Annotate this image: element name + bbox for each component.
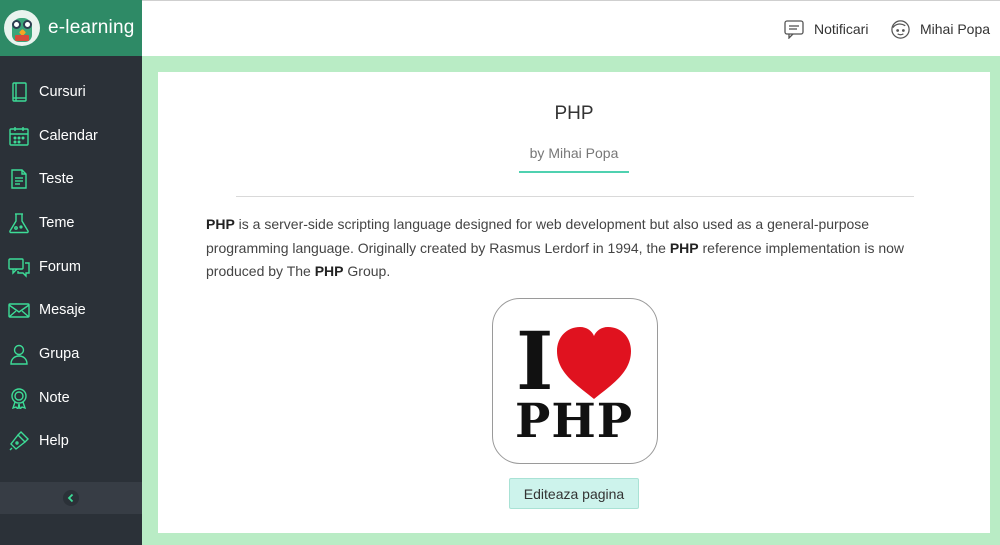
divider — [236, 196, 914, 197]
sidebar: e-learning Cursuri Calendar Teste Teme F… — [0, 0, 142, 545]
sidebar-item-calendar[interactable]: Calendar — [0, 114, 142, 158]
person-icon — [10, 344, 28, 365]
calendar-icon — [9, 126, 29, 146]
sidebar-item-forum[interactable]: Forum — [0, 245, 142, 289]
sidebar-item-teme[interactable]: Teme — [0, 201, 142, 245]
flashlight-icon — [9, 431, 29, 451]
author-underline — [519, 171, 629, 173]
sidebar-item-teste[interactable]: Teste — [0, 157, 142, 201]
sidebar-item-grupa[interactable]: Grupa — [0, 332, 142, 376]
book-icon — [12, 82, 27, 102]
i-love-php-image: I PHP — [492, 298, 658, 464]
sidebar-item-label: Calendar — [39, 127, 98, 144]
page-title: PHP — [554, 103, 594, 124]
chevron-left-icon — [67, 493, 74, 503]
sidebar-nav: Cursuri Calendar Teste Teme Forum Mesaje… — [0, 70, 142, 463]
sidebar-item-label: Grupa — [39, 345, 80, 362]
sidebar-item-help[interactable]: Help — [0, 420, 142, 464]
sidebar-item-label: Cursuri — [39, 83, 86, 100]
course-description: PHP is a server-side scripting language … — [206, 216, 905, 279]
notifications-button[interactable]: Notificari — [783, 1, 868, 57]
sidebar-item-label: Forum — [39, 258, 81, 275]
sidebar-item-mesaje[interactable]: Mesaje — [0, 288, 142, 332]
top-bar: Notificari Mihai Popa — [142, 0, 1000, 56]
envelope-icon — [8, 303, 30, 318]
sidebar-item-note[interactable]: Note — [0, 376, 142, 420]
image-text-php: PHP — [515, 394, 633, 449]
chat-icon — [8, 257, 30, 278]
document-icon — [11, 169, 27, 189]
sidebar-item-label: Note — [39, 389, 70, 406]
brand-title: e-learning — [48, 17, 135, 38]
sidebar-item-label: Teste — [39, 171, 74, 188]
flask-icon — [9, 213, 29, 234]
comment-icon — [784, 20, 804, 39]
edit-page-button[interactable]: Editeaza pagina — [509, 478, 639, 509]
course-author: by Mihai Popa — [529, 145, 619, 161]
brand-header[interactable]: e-learning — [0, 0, 142, 56]
sidebar-item-label: Teme — [39, 214, 75, 231]
heart-icon — [557, 327, 631, 399]
notifications-label: Notificari — [814, 21, 869, 37]
sidebar-item-label: Help — [39, 433, 69, 450]
badge-icon — [11, 387, 27, 409]
sidebar-collapse-button[interactable] — [0, 482, 142, 514]
course-card: PHP by Mihai Popa PHP is a server-side s… — [158, 72, 990, 533]
user-avatar-icon — [891, 19, 910, 39]
sidebar-item-cursuri[interactable]: Cursuri — [0, 70, 142, 114]
sidebar-item-label: Mesaje — [39, 302, 86, 319]
user-name: Mihai Popa — [920, 21, 991, 37]
owl-logo-icon — [4, 10, 40, 46]
user-menu[interactable]: Mihai Popa — [890, 1, 990, 57]
